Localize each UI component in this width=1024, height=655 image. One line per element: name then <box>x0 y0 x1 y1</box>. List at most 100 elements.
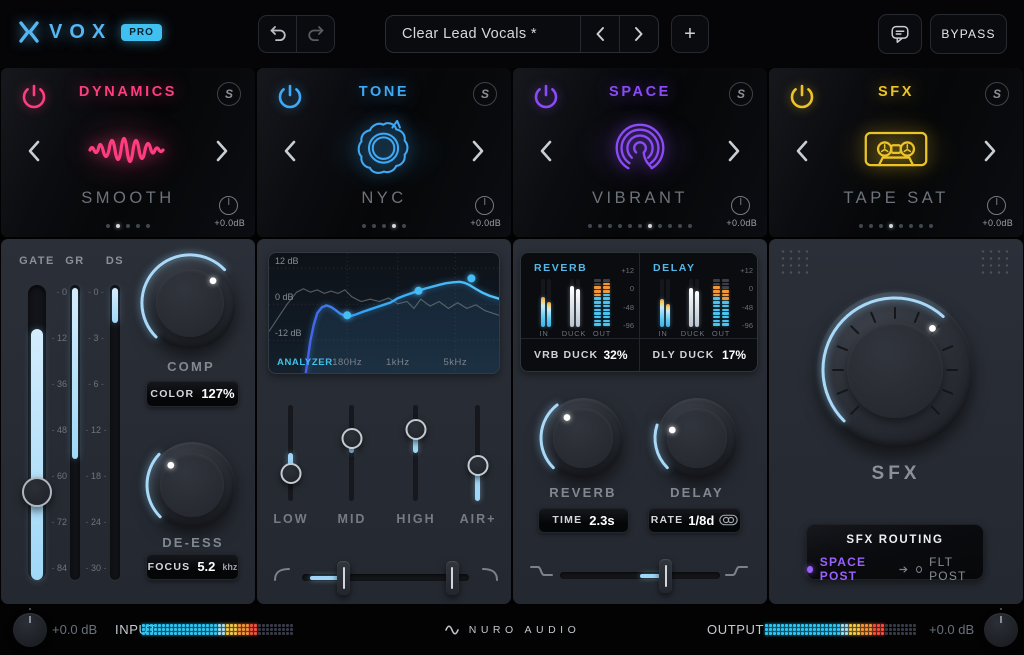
tone-solo-button[interactable]: S <box>473 82 497 106</box>
add-preset-button[interactable]: + <box>671 15 709 53</box>
reverb-meter-scale: +12 0 -48 -96 <box>621 266 634 330</box>
high-slider-handle[interactable] <box>405 419 426 441</box>
dly-duck-cell[interactable]: DLY DUCK 17% <box>638 339 758 371</box>
filter-range-slider[interactable] <box>302 559 469 597</box>
gate-threshold-slider[interactable] <box>22 285 52 580</box>
delay-knob[interactable] <box>653 398 737 478</box>
output-level-meter <box>765 624 917 636</box>
duck-slider[interactable] <box>560 557 720 595</box>
svg-text:12 dB: 12 dB <box>275 256 299 266</box>
delay-rate-box[interactable]: RATE 1/8d <box>648 507 741 533</box>
reverb-knob[interactable] <box>539 398 623 478</box>
space-solo-button[interactable]: S <box>729 82 753 106</box>
color-label: COLOR <box>150 387 195 400</box>
reverb-label: REVERB <box>549 485 617 500</box>
tone-header: TONE S NYC +0.0dB <box>257 68 511 237</box>
reverb-time-box[interactable]: TIME 2.3s <box>538 507 629 533</box>
routing-option-space-post[interactable]: SPACE POST <box>820 555 892 583</box>
rate-value: 1/8d <box>688 512 715 528</box>
wave-logo-icon <box>444 624 459 635</box>
air-band-slider[interactable] <box>467 405 488 501</box>
high-label: HIGH <box>396 512 436 526</box>
vrb-duck-value: 32% <box>603 348 628 362</box>
bypass-button[interactable]: BYPASS <box>930 14 1007 54</box>
undo-button[interactable] <box>259 16 296 52</box>
air-slider-handle[interactable] <box>467 454 488 476</box>
lowpass-handle[interactable] <box>445 561 459 595</box>
flt-post-radio-circle[interactable] <box>916 565 923 573</box>
highpass-handle[interactable] <box>337 561 351 595</box>
preset-prev-button[interactable] <box>580 16 619 52</box>
logo-text: VOX <box>49 20 113 43</box>
comp-knob[interactable] <box>140 253 236 349</box>
preset-name-field[interactable]: Clear Lead Vocals * <box>386 16 580 52</box>
reverb-delay-meter-box: REVERB +12 0 -48 -96 IN DUCK OUT DELAY +… <box>520 252 758 372</box>
dynamics-preset-name[interactable]: SMOOTH <box>1 189 255 208</box>
arrow-right-icon <box>899 565 908 573</box>
space-gain-knob[interactable] <box>731 196 750 215</box>
color-value: 127% <box>201 386 235 401</box>
dynamics-gain-knob[interactable] <box>219 196 238 215</box>
vox-pro-plugin-window: VOX PRO Clear Lead Vocals * + BYPASS DYN… <box>0 0 1024 655</box>
eq-analyzer-graph[interactable]: 12 dB 0 dB -12 dB 180Hz 1kHz 5kHz ANALYZER <box>268 252 500 374</box>
decor-dot-grid-right <box>979 248 1013 276</box>
mid-slider-handle[interactable] <box>341 428 362 450</box>
redo-icon <box>307 26 323 41</box>
low-slider-handle[interactable] <box>280 462 301 484</box>
vrb-duck-cell[interactable]: VRB DUCK 32% <box>521 339 639 371</box>
highpass-filter-icon <box>273 566 291 587</box>
svg-text:5kHz: 5kHz <box>443 357 467 368</box>
duck-slider-handle[interactable] <box>659 559 673 593</box>
comp-label: COMP <box>167 359 215 374</box>
space-gain-value: +0.0dB <box>726 218 757 228</box>
redo-button[interactable] <box>296 16 334 52</box>
delay-label: DELAY <box>670 485 724 500</box>
sfx-module: SFX S TAPE SAT +0.0dB SFX SFX ROUTING SP… <box>769 68 1023 604</box>
nyc-apple-icon <box>257 112 511 188</box>
feedback-button[interactable] <box>878 14 922 54</box>
chevron-left-icon <box>596 27 604 41</box>
delay-in-meter-2 <box>666 279 670 327</box>
tone-preset-name[interactable]: NYC <box>257 189 511 208</box>
color-value-box[interactable]: COLOR 127% <box>146 380 239 407</box>
gate-meter-fill <box>31 329 43 580</box>
high-band-slider[interactable] <box>405 405 426 501</box>
preset-next-button[interactable] <box>619 16 658 52</box>
stereo-link-icon <box>719 514 739 526</box>
sfx-preset-name[interactable]: TAPE SAT <box>769 189 1023 208</box>
reverb-duck-meter-2 <box>576 279 580 327</box>
output-gain-knob[interactable] <box>984 613 1018 647</box>
routing-option-flt-post[interactable]: FLT POST <box>929 555 983 583</box>
low-band-slider[interactable] <box>280 405 301 501</box>
sfx-knob-label: SFX <box>871 463 921 484</box>
deess-knob[interactable] <box>145 442 235 528</box>
sfx-gain-value: +0.0dB <box>982 218 1013 228</box>
module-rack: DYNAMICS S SMOOTH +0.0dB GATE GR DS - 0 … <box>0 68 1024 604</box>
sfx-gain-knob[interactable] <box>987 196 1006 215</box>
focus-value-box[interactable]: FOCUS 5.2 khz <box>146 553 239 580</box>
sfx-amount-knob[interactable] <box>817 292 973 448</box>
preset-selector: Clear Lead Vocals * <box>385 15 659 53</box>
decor-dot-grid-left <box>779 248 813 276</box>
lowpass-filter-icon <box>481 566 499 587</box>
space-header: SPACE S VIBRANT +0.0dB <box>513 68 767 237</box>
dly-duck-value: 17% <box>721 348 746 362</box>
top-bar: VOX PRO Clear Lead Vocals * + BYPASS <box>0 0 1024 68</box>
gain-reduction-meter <box>70 285 80 580</box>
reverb-out-meter <box>594 279 601 327</box>
space-preset-name[interactable]: VIBRANT <box>513 189 767 208</box>
svg-text:ANALYZER: ANALYZER <box>277 357 333 368</box>
tone-gain-knob[interactable] <box>475 196 494 215</box>
sfx-solo-button[interactable]: S <box>985 82 1009 106</box>
sfx-routing-box[interactable]: SFX ROUTING SPACE POST FLT POST <box>806 524 984 583</box>
focus-value: 5.2 <box>197 559 216 574</box>
deess-meter <box>110 285 120 580</box>
deess-label: DE-ESS <box>162 535 224 550</box>
mid-band-slider[interactable] <box>341 405 362 501</box>
svg-text:180Hz: 180Hz <box>332 357 362 368</box>
dynamics-solo-button[interactable]: S <box>217 82 241 106</box>
gate-meter-label: GATE <box>19 255 55 267</box>
svg-text:0 dB: 0 dB <box>275 292 294 302</box>
tone-module: TONE S NYC +0.0dB 12 dB 0 dB -12 dB 180H… <box>257 68 511 604</box>
input-gain-knob[interactable] <box>13 613 47 647</box>
